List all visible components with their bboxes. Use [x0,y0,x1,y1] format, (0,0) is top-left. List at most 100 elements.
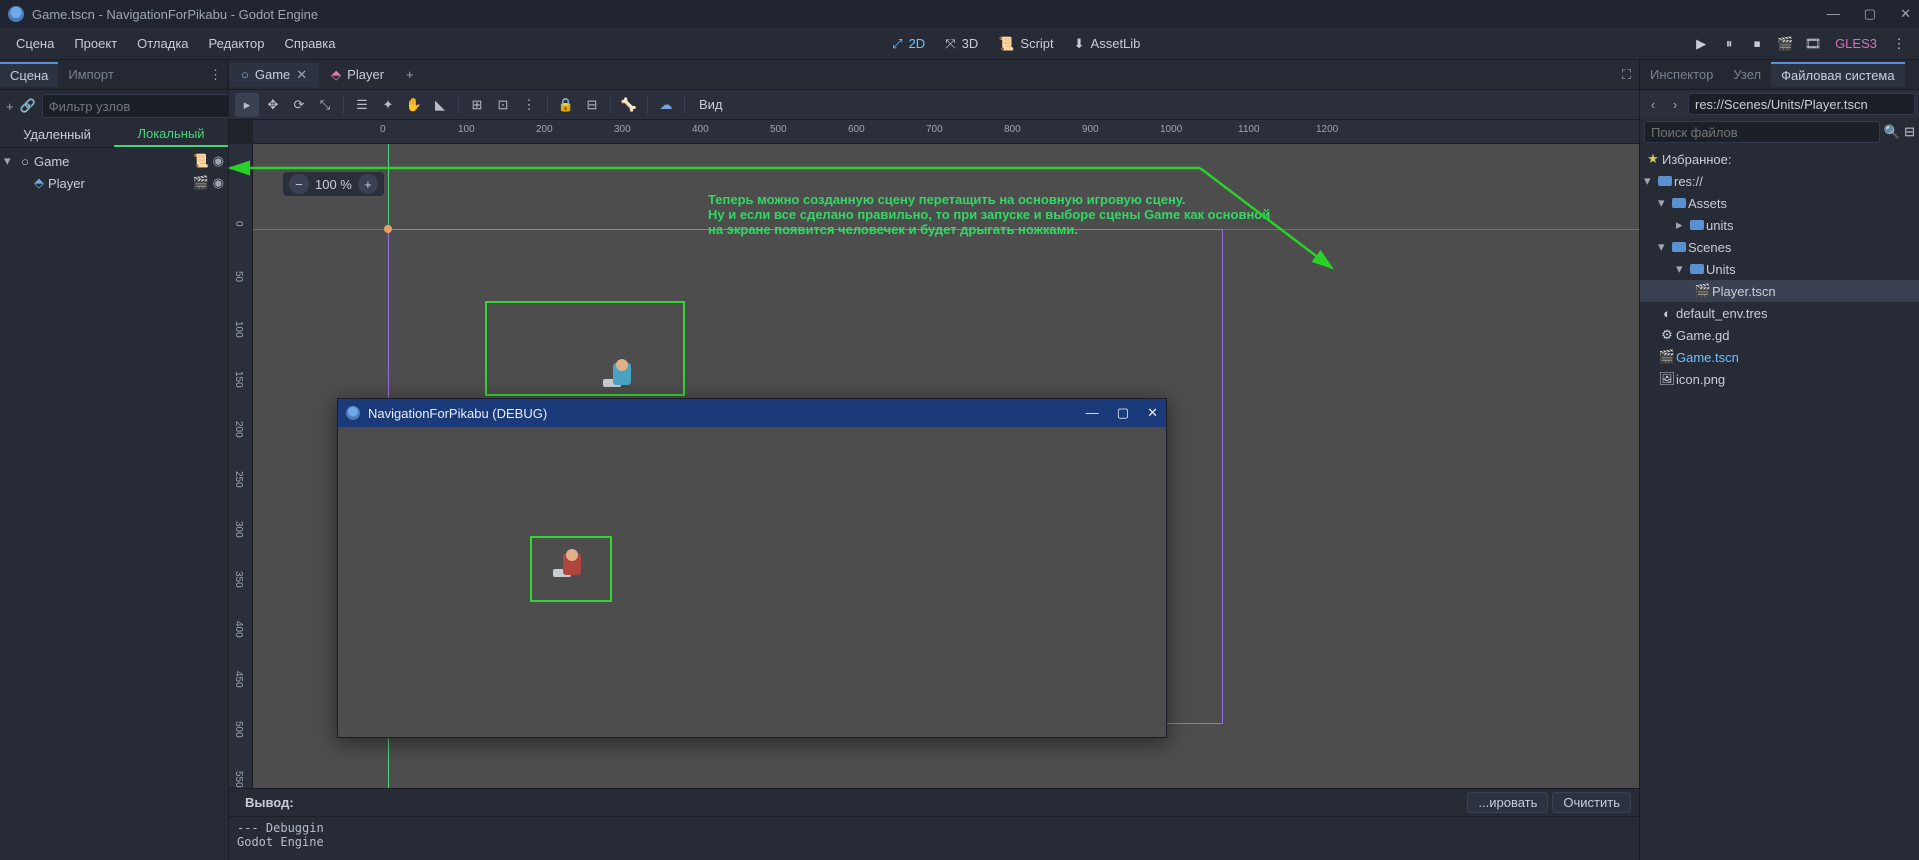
close-tab-icon[interactable]: ✕ [296,67,307,83]
menu-bar: Сцена Проект Отладка Редактор Справка ⤢ … [0,28,1919,60]
output-text: --- Debuggin Godot Engine [229,817,1639,860]
viewport-container: 0100200300400500600700800900100011001200… [229,120,1639,788]
bone-icon[interactable]: 🦴 [617,93,641,117]
ruler-tool-icon[interactable]: ◣ [428,93,452,117]
zoom-control: − 100 % + [283,172,384,196]
pan-tool-icon[interactable]: ✋ [402,93,426,117]
tab-import[interactable]: Импорт [58,63,123,86]
minimize-icon[interactable]: — [1827,6,1840,22]
debug-minimize-icon[interactable]: — [1086,405,1099,421]
favorites-row[interactable]: ★ Избранное: [1640,148,1919,170]
tab-scene[interactable]: Сцена [0,62,58,87]
file-icon-png[interactable]: 🖼 icon.png [1640,368,1919,390]
play-custom-button[interactable]: 🎞 [1801,32,1825,56]
renderer-label[interactable]: GLES3 [1829,36,1883,51]
play-button[interactable]: ▶ [1689,32,1713,56]
clear-button[interactable]: Очистить [1552,792,1631,813]
pivot-tool-icon[interactable]: ✦ [376,93,400,117]
scene-tree: ▾ ○ Game 📜◉ ⬘ Player 🎬◉ [0,148,228,860]
play-scene-button[interactable]: 🎬 [1773,32,1797,56]
folder-units-lower[interactable]: ▸ units [1640,214,1919,236]
menu-editor[interactable]: Редактор [201,32,273,55]
zoom-out-icon[interactable]: − [289,174,309,194]
list-tool-icon[interactable]: ☰ [350,93,374,117]
filter-nodes-input[interactable] [42,94,232,118]
scene-file-icon: 🎬 [1658,349,1676,365]
canvas-viewport[interactable]: − 100 % + Теперь можно созданную сцену п… [253,144,1639,788]
visibility-icon[interactable]: ◉ [213,175,224,191]
menu-project[interactable]: Проект [66,32,125,55]
zoom-in-icon[interactable]: + [358,174,378,194]
output-tab[interactable]: Вывод: [237,793,302,812]
visibility-icon[interactable]: ◉ [213,153,224,169]
workspace-3d[interactable]: ⤧ 3D [937,32,986,56]
node-game[interactable]: ▾ ○ Game 📜◉ [0,150,228,172]
debug-titlebar[interactable]: NavigationForPikabu (DEBUG) — ▢ ✕ [338,399,1166,427]
env-icon: ◐ [1658,306,1676,321]
stop-button[interactable]: ⏹ [1745,32,1769,56]
close-icon[interactable]: ✕ [1900,6,1911,22]
override-icon[interactable]: ☁ [654,93,678,117]
script-icon[interactable]: 📜 [192,153,208,169]
snap-icon[interactable]: ⊞ [465,93,489,117]
scene-tab-player[interactable]: ⬘ Player [319,63,396,87]
rotate-tool-icon[interactable]: ⟳ [287,93,311,117]
snap-options-icon[interactable]: ⋮ [517,93,541,117]
file-player-tscn[interactable]: 🎬 Player.tscn [1640,280,1919,302]
more-icon[interactable]: ⋮ [1887,32,1911,56]
file-game-tscn[interactable]: 🎬 Game.tscn [1640,346,1919,368]
workspace-script[interactable]: 📜 Script [990,32,1061,56]
maximize-icon[interactable]: ▢ [1864,6,1876,22]
add-scene-tab[interactable]: + [396,63,424,86]
menu-debug[interactable]: Отладка [129,32,196,55]
res-root[interactable]: ▾ res:// [1640,170,1919,192]
instance-icon[interactable]: 🎬 [192,175,208,191]
file-search-input[interactable] [1644,121,1880,143]
panel-menu-icon[interactable]: ⋮ [203,67,228,83]
menu-scene[interactable]: Сцена [8,32,62,55]
group-icon[interactable]: ⊟ [580,93,604,117]
path-input[interactable] [1688,93,1915,115]
debug-maximize-icon[interactable]: ▢ [1117,405,1129,421]
node-player[interactable]: ⬘ Player 🎬◉ [0,172,228,194]
scale-tool-icon[interactable]: ⤡ [313,93,337,117]
expand-viewport-icon[interactable]: ⛶ [1614,63,1639,87]
tab-node[interactable]: Узел [1723,63,1771,86]
nav-fwd-icon[interactable]: › [1666,97,1684,112]
node2d-icon: ○ [241,67,249,82]
workspace-2d[interactable]: ⤢ 2D [884,32,933,56]
folder-assets[interactable]: ▾ Assets [1640,192,1919,214]
grid-snap-icon[interactable]: ⊡ [491,93,515,117]
search-icon[interactable]: 🔍 [1884,124,1900,140]
folder-units[interactable]: ▾ Units [1640,258,1919,280]
nav-back-icon[interactable]: ‹ [1644,97,1662,112]
select-tool-icon[interactable]: ▸ [235,93,259,117]
move-tool-icon[interactable]: ✥ [261,93,285,117]
menu-help[interactable]: Справка [277,32,344,55]
canvas-toolbar: ▸ ✥ ⟳ ⤡ ☰ ✦ ✋ ◣ ⊞ ⊡ ⋮ 🔒 ⊟ 🦴 ☁ Вид [229,90,1639,120]
file-game-gd[interactable]: ⚙ Game.gd [1640,324,1919,346]
debug-game-window[interactable]: NavigationForPikabu (DEBUG) — ▢ ✕ [337,398,1167,738]
copy-button[interactable]: ...ировать [1467,792,1548,813]
subtab-local[interactable]: Локальный [114,122,228,147]
zoom-level: 100 % [315,177,352,192]
add-node-icon[interactable]: + [6,96,14,116]
pause-button[interactable]: ⏸ [1717,32,1741,56]
folder-icon [1658,176,1672,186]
split-view-icon[interactable]: ⊟ [1904,124,1915,140]
view-menu[interactable]: Вид [691,97,731,112]
scene-file-icon: 🎬 [1694,283,1712,299]
scene-tab-game[interactable]: ○ Game ✕ [229,63,319,87]
kinematic-icon: ⬘ [30,175,48,191]
workspace-assetlib[interactable]: ⬇ AssetLib [1066,32,1149,56]
tab-inspector[interactable]: Инспектор [1640,63,1723,86]
tab-filesystem[interactable]: Файловая система [1771,62,1904,87]
file-default-env[interactable]: ◐ default_env.tres [1640,302,1919,324]
lock-icon[interactable]: 🔒 [554,93,578,117]
debug-close-icon[interactable]: ✕ [1147,405,1158,421]
folder-scenes[interactable]: ▾ Scenes [1640,236,1919,258]
link-icon[interactable]: 🔗 [20,96,36,116]
subtab-remote[interactable]: Удаленный [0,122,114,147]
star-icon: ★ [1644,151,1662,167]
output-panel: Вывод: ...ировать Очистить --- Debuggin … [229,788,1639,860]
